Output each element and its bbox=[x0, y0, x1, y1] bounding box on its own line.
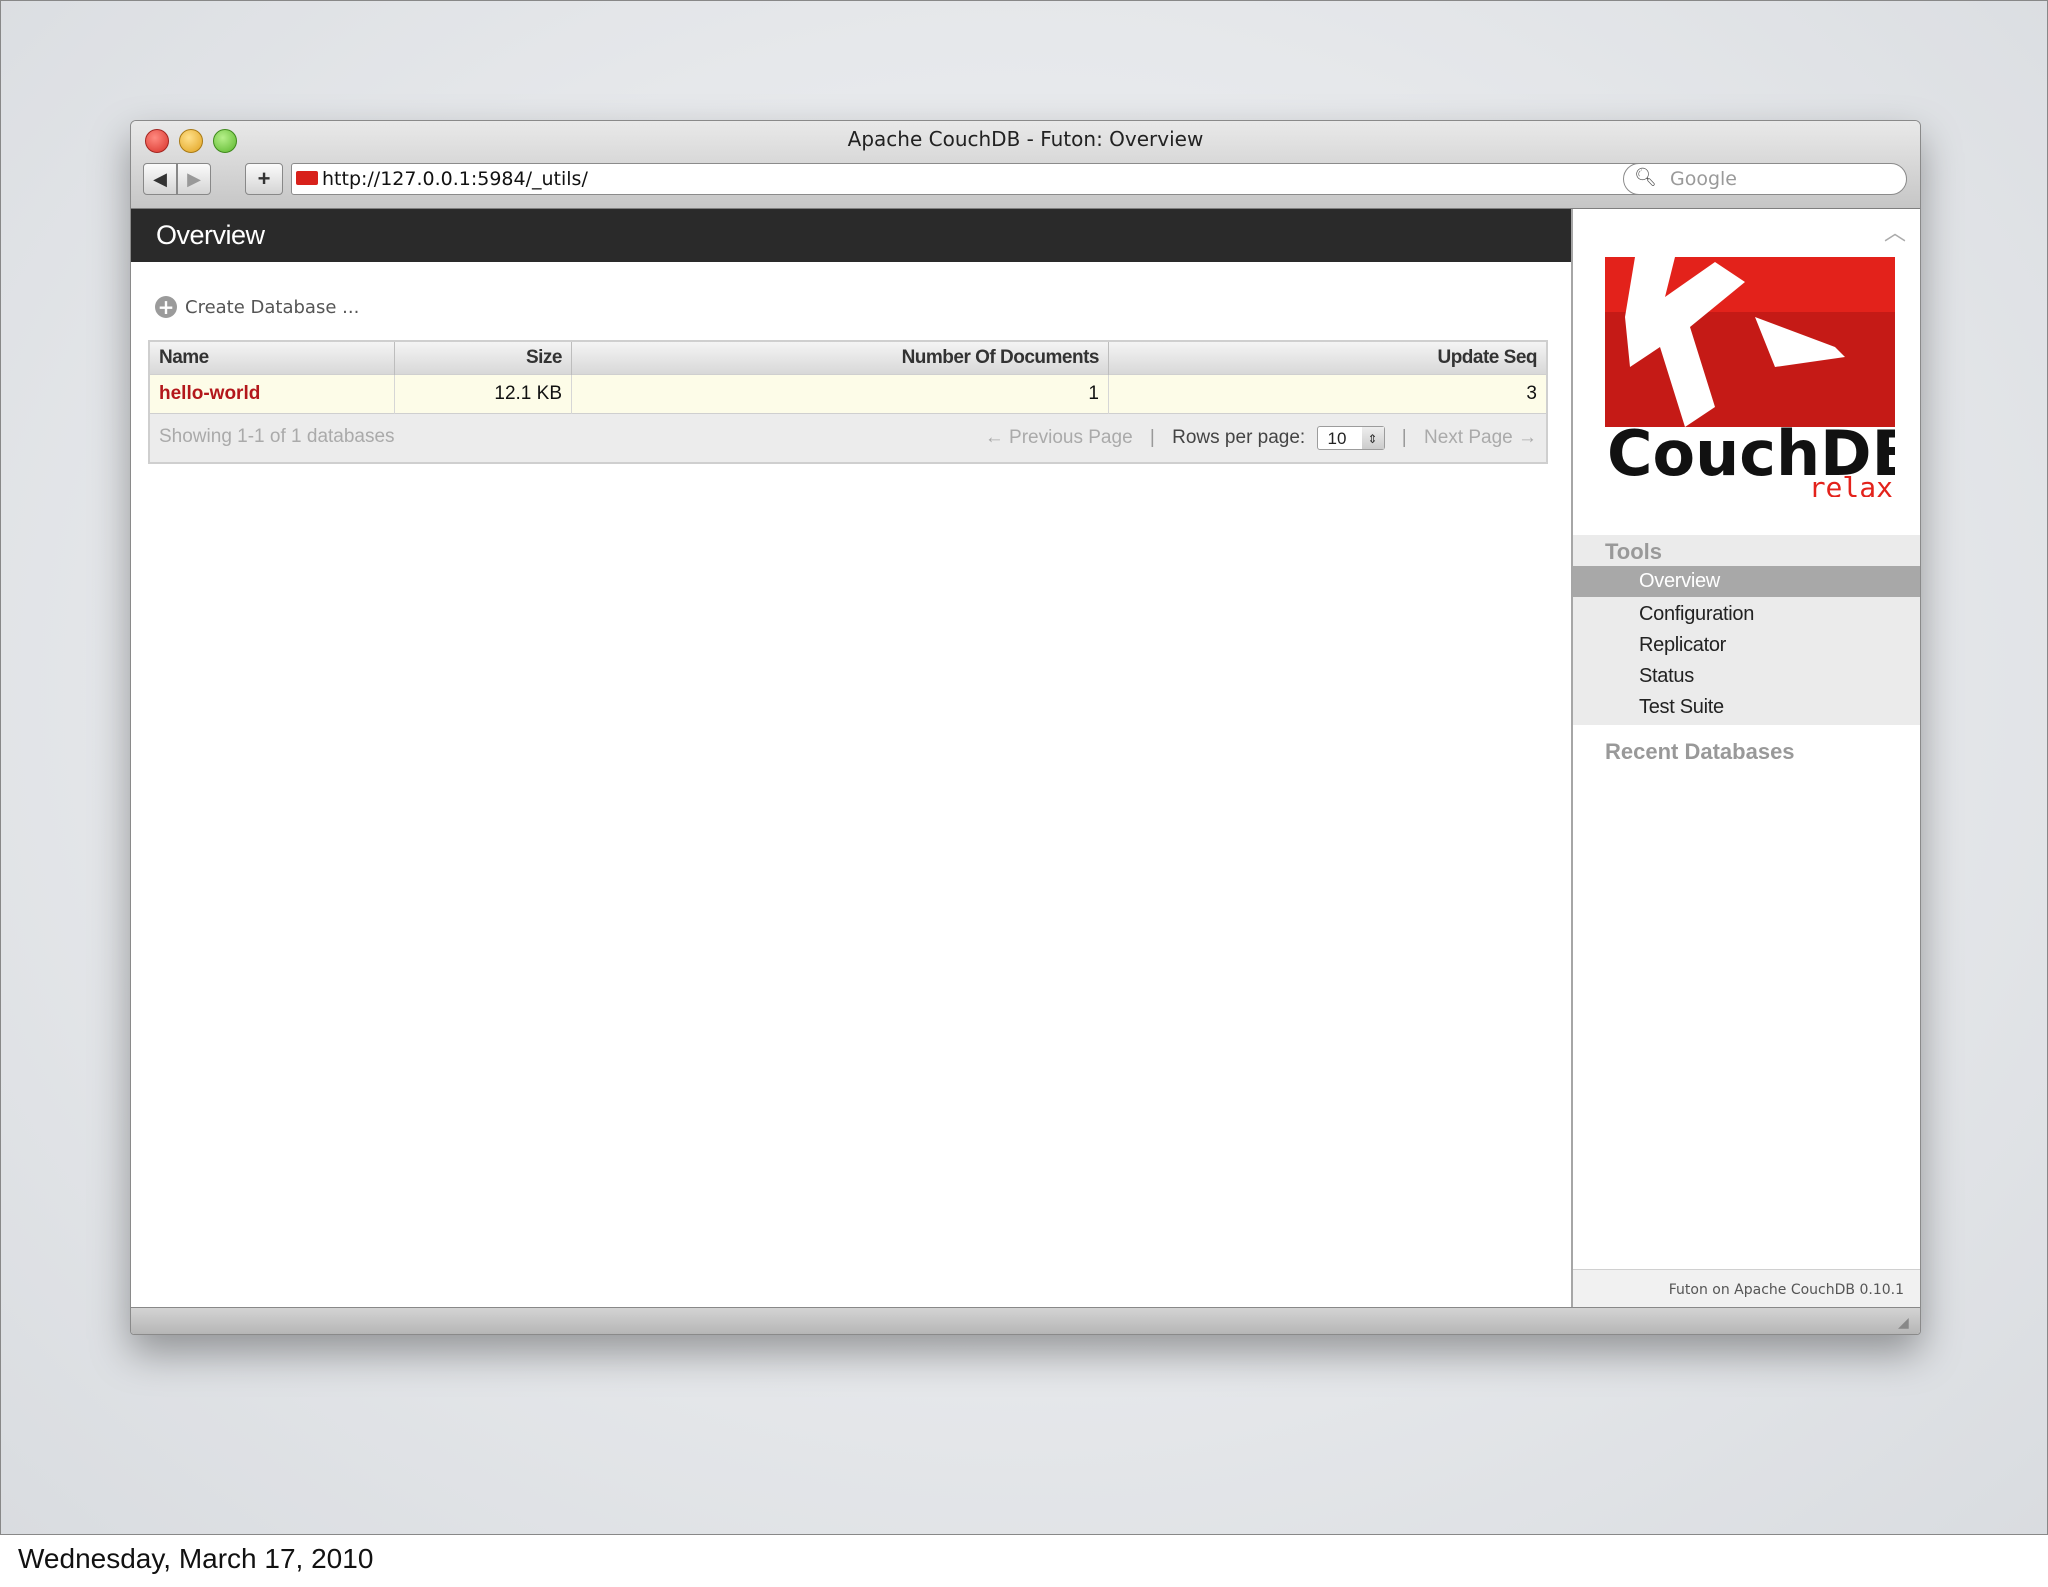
resize-grip-icon[interactable]: ◢ bbox=[1898, 1314, 1916, 1332]
back-arrow-icon: ◀ bbox=[153, 168, 167, 189]
create-database-button[interactable]: + Create Database ... bbox=[155, 296, 359, 318]
rows-per-page-label: Rows per page: bbox=[1172, 427, 1306, 449]
slide-background: Apache CouchDB - Futon: Overview ◀ ▶ + h… bbox=[0, 0, 2048, 1535]
table-row: hello-world 12.1 KB 1 3 bbox=[149, 374, 1548, 414]
tools-title: Tools bbox=[1605, 539, 1663, 564]
databases-table: Name Size Number Of Documents Update Seq… bbox=[148, 340, 1548, 464]
column-header-size[interactable]: Size bbox=[394, 341, 572, 375]
plus-icon: + bbox=[257, 166, 271, 191]
cell-update-seq: 3 bbox=[1108, 374, 1548, 414]
cell-name: hello-world bbox=[149, 374, 395, 414]
rows-per-page-select[interactable]: 10 ⇕ bbox=[1316, 426, 1385, 450]
column-header-name[interactable]: Name bbox=[149, 341, 395, 375]
search-placeholder: Google bbox=[1670, 168, 1738, 190]
cell-size: 12.1 KB bbox=[394, 374, 572, 414]
collapse-sidebar-icon[interactable]: ︿ bbox=[1884, 215, 1906, 247]
nav-item-overview[interactable]: Overview bbox=[1573, 566, 1920, 597]
database-link[interactable]: hello-world bbox=[159, 383, 260, 404]
column-header-docs[interactable]: Number Of Documents bbox=[571, 341, 1109, 375]
nav-item-status[interactable]: Status bbox=[1639, 665, 1694, 688]
pager: ← Previous Page | Rows per page: 10 ⇕ | N… bbox=[985, 426, 1537, 450]
nav-item-replicator[interactable]: Replicator bbox=[1639, 634, 1726, 657]
pager-divider: | bbox=[1149, 427, 1155, 449]
next-page-link[interactable]: Next Page → bbox=[1424, 427, 1537, 448]
showing-count: Showing 1-1 of 1 databases bbox=[159, 426, 395, 447]
version-footer: Futon on Apache CouchDB 0.10.1 bbox=[1573, 1269, 1920, 1309]
slide-date-footer: Wednesday, March 17, 2010 bbox=[18, 1543, 374, 1574]
tools-nav: Tools Overview Configuration Replicator … bbox=[1573, 535, 1920, 725]
create-database-label: Create Database ... bbox=[185, 296, 360, 318]
forward-button[interactable]: ▶ bbox=[177, 163, 211, 195]
titlebar: Apache CouchDB - Futon: Overview ◀ ▶ + h… bbox=[131, 121, 1920, 209]
select-arrows-icon: ⇕ bbox=[1361, 427, 1384, 449]
cell-docs: 1 bbox=[571, 374, 1109, 414]
couchdb-favicon-icon bbox=[296, 171, 318, 185]
previous-page-link[interactable]: ← Previous Page bbox=[985, 427, 1133, 448]
couchdb-logo: CouchDB relax bbox=[1605, 257, 1895, 497]
main-content: Overview + Create Database ... Name Size… bbox=[131, 209, 1573, 1309]
sidebar: ︿ CouchDB relax Tools Overview Configura… bbox=[1573, 209, 1920, 1309]
back-button[interactable]: ◀ bbox=[143, 163, 177, 195]
recent-databases-title: Recent Databases bbox=[1605, 739, 1795, 764]
rows-per-page-value: 10 bbox=[1327, 429, 1347, 448]
search-field[interactable]: 🔍︎ Google bbox=[1623, 163, 1907, 195]
window-title: Apache CouchDB - Futon: Overview bbox=[847, 127, 1204, 151]
logo-tagline: relax bbox=[1809, 471, 1893, 497]
add-circle-icon: + bbox=[155, 296, 177, 318]
column-header-update-seq[interactable]: Update Seq bbox=[1108, 341, 1548, 375]
browser-window: Apache CouchDB - Futon: Overview ◀ ▶ + h… bbox=[130, 120, 1921, 1335]
address-bar[interactable]: http://127.0.0.1:5984/_utils/ ↻ bbox=[291, 163, 1733, 195]
status-bar: ◢ bbox=[131, 1307, 1920, 1334]
pager-divider: | bbox=[1401, 427, 1407, 449]
nav-item-test-suite[interactable]: Test Suite bbox=[1639, 696, 1724, 719]
table-footer: Showing 1-1 of 1 databases ← Previous Pa… bbox=[149, 413, 1548, 463]
url-text[interactable]: http://127.0.0.1:5984/_utils/ bbox=[322, 168, 588, 190]
add-bookmark-button[interactable]: + bbox=[245, 163, 283, 195]
page-title: Overview bbox=[131, 209, 1571, 262]
nav-item-configuration[interactable]: Configuration bbox=[1639, 603, 1754, 626]
magnifier-icon: 🔍︎ bbox=[1634, 167, 1657, 187]
forward-arrow-icon: ▶ bbox=[187, 168, 201, 189]
